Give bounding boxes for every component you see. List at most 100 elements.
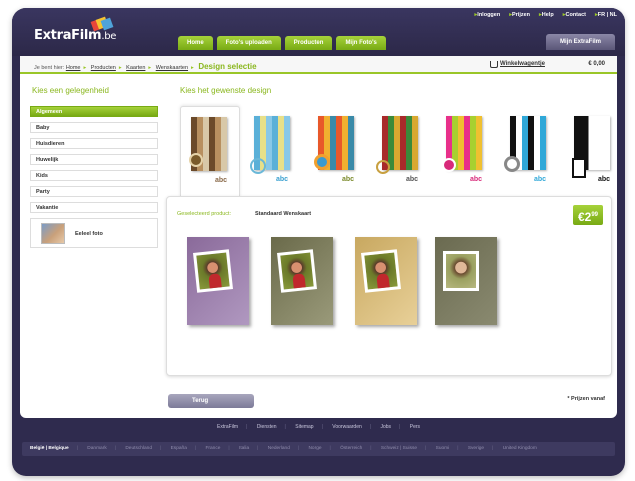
logo-mark-icon: [90, 16, 114, 32]
breadcrumb-cards[interactable]: Kaarten: [126, 65, 145, 71]
country-austria[interactable]: Österreich: [340, 446, 362, 451]
footer-divider: |: [228, 446, 230, 451]
country-france[interactable]: France: [205, 446, 220, 451]
country-norway[interactable]: Norge: [308, 446, 321, 451]
country-sweden[interactable]: Sverige: [468, 446, 484, 451]
design-caption: abc: [534, 176, 547, 183]
tab-upload-photos[interactable]: Foto's uploaden: [216, 36, 281, 50]
design-caption: abc: [406, 176, 419, 183]
design-heading: Kies het gewenste design: [180, 86, 272, 95]
breadcrumb-products[interactable]: Producten: [91, 65, 116, 71]
footer-divider: |: [370, 446, 372, 451]
main-nav: Home Foto's uploaden Producten Mijn Foto…: [178, 36, 386, 50]
occasion-general[interactable]: Algemeen: [30, 106, 158, 117]
footer-divider: |: [457, 446, 459, 451]
occasion-kids[interactable]: Kids: [30, 170, 158, 181]
occasion-holiday[interactable]: Vakantie: [30, 202, 158, 213]
breadcrumb-home[interactable]: Home: [66, 65, 81, 71]
breadcrumb-current: Design selectie: [198, 62, 257, 71]
cart-total: € 0,00: [588, 61, 605, 67]
footer-divider: |: [321, 424, 323, 430]
occasion-heading: Kies een gelegenheid: [32, 86, 109, 95]
help-link[interactable]: Help: [539, 12, 554, 18]
back-button[interactable]: Terug: [168, 394, 254, 408]
design-option-2[interactable]: abc: [244, 106, 304, 198]
top-bar: ExtraFilm.be Inloggen Prijzen Help Conta…: [12, 8, 625, 56]
footer-link-jobs[interactable]: Jobs: [380, 424, 391, 430]
country-united-kingdom[interactable]: United Kingdom: [503, 446, 537, 451]
breadcrumb-bar: Je bent hier: Home ▸ Producten ▸ Kaarten ▸ …: [20, 56, 617, 74]
breadcrumb: Je bent hier: Home ▸ Producten ▸ Kaarten ▸ …: [34, 62, 257, 71]
occasion-wedding[interactable]: Huwelijk: [30, 154, 158, 165]
country-italy[interactable]: Italia: [239, 446, 249, 451]
footer-divider: |: [160, 446, 162, 451]
footer-divider: |: [114, 446, 116, 451]
tab-home[interactable]: Home: [178, 36, 213, 50]
language-link[interactable]: FR | NL: [595, 12, 617, 18]
cart-link[interactable]: Winkelwagentje: [500, 61, 545, 67]
logo-suffix: .be: [101, 31, 117, 42]
design-flower: [189, 153, 203, 167]
card-photo: [277, 249, 317, 293]
footer-divider: |: [246, 424, 248, 430]
country-germany[interactable]: Deutschland: [125, 446, 152, 451]
card-preview-3[interactable]: [355, 237, 417, 325]
design-caption: abc: [215, 177, 228, 184]
design-option-4[interactable]: abc: [372, 106, 432, 198]
breadcrumb-greeting-cards[interactable]: Wenskaarten: [156, 65, 188, 71]
design-caption: abc: [598, 176, 611, 183]
design-option-6[interactable]: abc: [500, 106, 560, 198]
footer-divider: |: [329, 446, 331, 451]
design-option-1[interactable]: abc: [180, 106, 240, 198]
design-swirl: [376, 160, 390, 174]
selected-product-name: Standaard Wenskaart: [255, 211, 312, 217]
card-preview-2[interactable]: [271, 237, 333, 325]
card-preview-1[interactable]: [187, 237, 249, 325]
footer-divider: |: [425, 446, 427, 451]
footer-divider: |: [257, 446, 259, 451]
own-photo-label: Eeleel foto: [75, 231, 103, 237]
top-links: Inloggen Prijzen Help Contact FR | NL: [475, 12, 617, 18]
tab-products[interactable]: Producten: [284, 36, 333, 50]
footer-divider: |: [369, 424, 372, 430]
breadcrumb-separator: ▸: [118, 65, 122, 71]
contact-link[interactable]: Contact: [563, 12, 585, 18]
selected-product-label: Geselecteerd product:: [177, 211, 232, 217]
occasion-baby[interactable]: Baby: [30, 122, 158, 133]
country-belgium[interactable]: België | Belgique: [30, 446, 69, 451]
occasion-pets[interactable]: Huisdieren: [30, 138, 158, 149]
design-circle: [442, 158, 456, 172]
footer-link-services[interactable]: Diensten: [257, 424, 277, 430]
card-photo: [443, 251, 479, 291]
country-denmark[interactable]: Danmark: [87, 446, 106, 451]
design-option-5[interactable]: abc: [436, 106, 496, 198]
breadcrumb-separator: ▸: [191, 65, 194, 71]
browser-frame: ExtraFilm.be Inloggen Prijzen Help Conta…: [12, 8, 625, 476]
design-option-3[interactable]: abc: [308, 106, 368, 198]
design-frame: [572, 158, 586, 178]
occasion-party[interactable]: Party: [30, 186, 158, 197]
country-selector: België | Belgique | Danmark | Deutschland |…: [22, 442, 615, 456]
my-extrafilm-button[interactable]: Mijn ExtraFilm: [545, 34, 615, 50]
own-photo-button[interactable]: Eeleel foto: [30, 218, 158, 248]
content-area: Je bent hier: Home ▸ Producten ▸ Kaarten ▸ …: [20, 56, 617, 418]
footer-divider: |: [297, 446, 300, 451]
breadcrumb-prefix: Je bent hier:: [34, 65, 65, 71]
design-flower: [504, 156, 520, 172]
footer-link-extrafilm[interactable]: ExtraFilm: [217, 424, 238, 430]
card-preview-4[interactable]: [435, 237, 497, 325]
country-netherlands[interactable]: Nederland: [268, 446, 290, 451]
tab-my-photos[interactable]: Mijn Foto's: [336, 36, 386, 50]
footer-link-press[interactable]: Pers: [410, 424, 420, 430]
design-option-7[interactable]: abc: [564, 106, 624, 198]
country-finland[interactable]: Suomi: [436, 446, 450, 451]
country-spain[interactable]: España: [171, 446, 187, 451]
country-switzerland[interactable]: Schweiz | Suisse: [381, 446, 417, 451]
footer-link-terms[interactable]: Voorwaarden: [332, 424, 361, 430]
preview-panel: Geselecteerd product: Standaard Wenskaar…: [166, 196, 612, 376]
logo-text: ExtraFilm: [34, 28, 102, 43]
prices-link[interactable]: Prijzen: [509, 12, 530, 18]
login-link[interactable]: Inloggen: [475, 12, 500, 18]
cart-icon[interactable]: [490, 61, 498, 68]
footer-link-sitemap[interactable]: Sitemap: [295, 424, 313, 430]
